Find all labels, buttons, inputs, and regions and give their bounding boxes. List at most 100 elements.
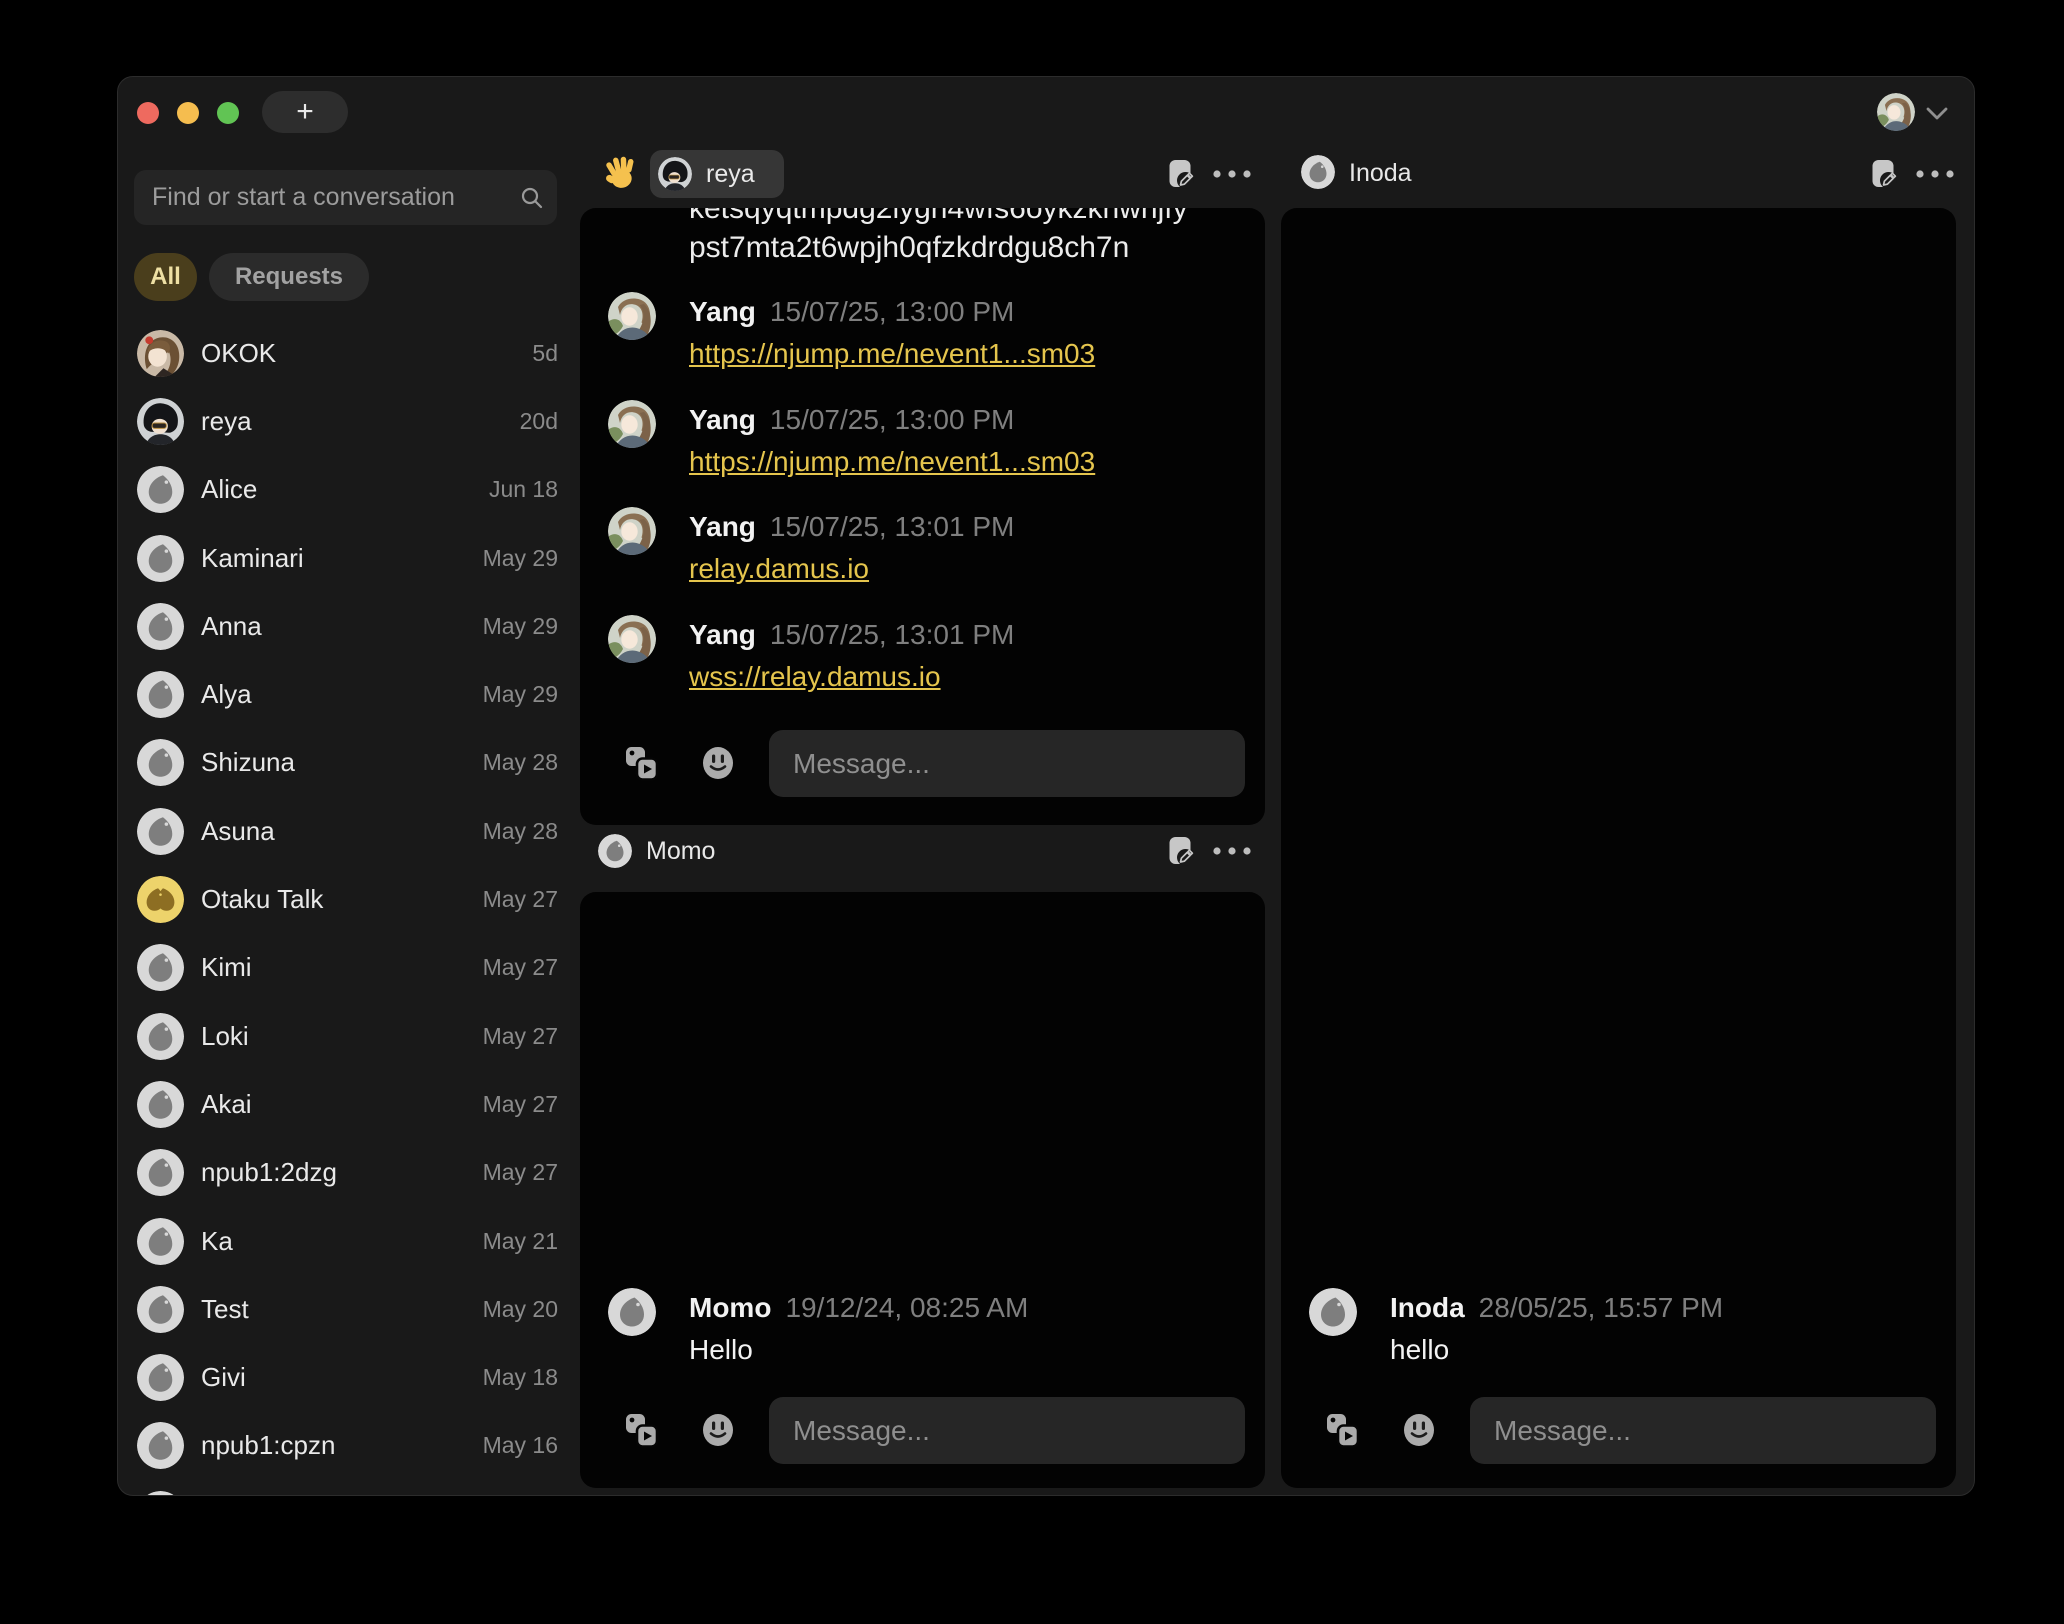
conversation-row-loki[interactable]: Loki May 27 (134, 1002, 558, 1070)
chevron-down-icon[interactable] (1926, 107, 1948, 120)
message-link[interactable]: https://njump.me/nevent1...sm03 (689, 446, 1095, 477)
emoji-icon[interactable] (701, 1413, 735, 1447)
filter-requests-label: Requests (235, 263, 343, 291)
conversation-row-alya[interactable]: Alya May 29 (134, 660, 558, 728)
conversation-name: npub1:cpzn (201, 1430, 335, 1461)
message-input[interactable] (769, 1397, 1245, 1464)
wave-hand-icon (602, 153, 640, 191)
conversation-row-npub1-2dzg[interactable]: npub1:2dzg May 27 (134, 1139, 558, 1207)
conversation-row-asuna[interactable]: Asuna May 28 (134, 797, 558, 865)
maximize-button[interactable] (217, 102, 239, 124)
default-avatar-icon (137, 808, 184, 855)
conversation-row-akai[interactable]: Akai May 27 (134, 1070, 558, 1138)
conversation-date: May 29 (483, 545, 558, 572)
chat-title: Inoda (1349, 159, 1412, 188)
conversation-row-shizuna[interactable]: Shizuna May 28 (134, 729, 558, 797)
inoda-avatar[interactable] (1301, 155, 1335, 189)
avatar (137, 398, 184, 445)
conversation-row-ka[interactable]: Ka May 21 (134, 1207, 558, 1275)
filter-all-tab[interactable]: All (134, 253, 197, 301)
default-avatar-icon (137, 1491, 184, 1496)
media-attach-icon[interactable] (1326, 1413, 1360, 1449)
note-edit-button[interactable] (1168, 158, 1194, 190)
message-sender: Yang (689, 511, 756, 542)
conversation-row-kimi[interactable]: Kimi May 27 (134, 934, 558, 1002)
conversation-row-partial[interactable] (134, 1480, 558, 1496)
conversation-row-givi[interactable]: Givi May 18 (134, 1343, 558, 1411)
default-avatar-icon (137, 603, 184, 650)
emoji-icon[interactable] (701, 746, 735, 780)
conversation-row-reya[interactable]: reya 20d (134, 387, 558, 455)
search-input[interactable] (134, 170, 557, 225)
conversation-date: May 27 (483, 886, 558, 913)
message-timestamp: 19/12/24, 08:25 AM (785, 1292, 1028, 1323)
media-attach-icon[interactable] (625, 746, 659, 782)
new-chat-button[interactable]: + (262, 91, 348, 133)
conversation-row-kaminari[interactable]: Kaminari May 29 (134, 524, 558, 592)
emoji-icon[interactable] (1402, 1413, 1436, 1447)
message-group: Yang15/07/25, 13:01 PM wss://relay.damus… (580, 615, 1265, 711)
more-options-icon[interactable] (1915, 169, 1955, 179)
avatar (137, 330, 184, 377)
conversation-date: May 21 (483, 1228, 558, 1255)
message-input[interactable] (1470, 1397, 1936, 1464)
note-edit-button[interactable] (1871, 158, 1897, 190)
conversation-row-npub1-cpzn[interactable]: npub1:cpzn May 16 (134, 1412, 558, 1480)
conversation-row-test[interactable]: Test May 20 (134, 1275, 558, 1343)
message-sender: Momo (689, 1292, 771, 1323)
more-options-icon[interactable] (1212, 846, 1252, 856)
message-link[interactable]: relay.damus.io (689, 553, 869, 584)
conversation-date: 5d (532, 340, 558, 367)
momo-avatar[interactable] (598, 834, 632, 868)
conversation-list: OKOK 5d reya 20d Alice Jun 18 Kaminari M… (134, 319, 558, 1496)
conversation-row-anna[interactable]: Anna May 29 (134, 592, 558, 660)
message-link[interactable]: https://njump.me/nevent1...sm03 (689, 338, 1095, 369)
conversation-row-okok[interactable]: OKOK 5d (134, 319, 558, 387)
default-avatar-icon (137, 1218, 184, 1265)
default-avatar-icon (137, 1422, 184, 1469)
message-text: hello (1390, 1334, 1449, 1365)
message-timestamp: 28/05/25, 15:57 PM (1479, 1292, 1723, 1323)
conversation-name: Anna (201, 611, 262, 642)
group-avatar-icon (137, 876, 184, 923)
clipped-message-line: ketsqyqtmpdg2lygn4wfs6oykzknwnjfy (689, 208, 1188, 227)
message-sender: Yang (689, 404, 756, 435)
momo-message-panel: Momo19/12/24, 08:25 AM Hello (580, 892, 1265, 1488)
message-text: pst7mta2t6wpjh0qfzkdrdgu8ch7n (689, 230, 1129, 266)
filter-requests-tab[interactable]: Requests (209, 253, 369, 301)
conversation-name: Givi (201, 1362, 246, 1393)
message-timestamp: 15/07/25, 13:01 PM (770, 511, 1014, 542)
filter-all-label: All (150, 263, 181, 291)
media-attach-icon[interactable] (625, 1413, 659, 1449)
message-group: Yang 15/07/25, 13:01 PM relay.damus.io (580, 507, 1265, 603)
conversation-row-alice[interactable]: Alice Jun 18 (134, 456, 558, 524)
default-avatar-icon (137, 1149, 184, 1196)
message-link[interactable]: wss://relay.damus.io (689, 661, 941, 692)
conversation-name: Asuna (201, 816, 275, 847)
more-options-icon[interactable] (1212, 169, 1252, 179)
chat-title: reya (706, 160, 755, 189)
reya-chat-tab[interactable]: reya (650, 150, 784, 198)
message-timestamp: 15/07/25, 13:00 PM (770, 404, 1014, 435)
note-edit-button[interactable] (1168, 835, 1194, 867)
conversation-date: May 28 (483, 818, 558, 845)
message-sender: Yang (689, 619, 756, 650)
minimize-button[interactable] (177, 102, 199, 124)
conversation-date: May 27 (483, 1159, 558, 1186)
close-button[interactable] (137, 102, 159, 124)
chat-title: Momo (646, 837, 715, 866)
user-avatar[interactable] (1877, 93, 1915, 131)
default-avatar-icon (137, 739, 184, 786)
message-sender: Yang (689, 296, 756, 327)
conversation-date: May 27 (483, 1023, 558, 1050)
conversation-row-otaku-talk[interactable]: Otaku Talk May 27 (134, 865, 558, 933)
reya-message-panel: ketsqyqtmpdg2lygn4wfs6oykzknwnjfy pst7mt… (580, 208, 1265, 825)
conversation-name: Ka (201, 1226, 233, 1257)
conversation-date: May 18 (483, 1364, 558, 1391)
default-avatar-icon (137, 1354, 184, 1401)
conversation-date: 20d (520, 408, 558, 435)
message-input[interactable] (769, 730, 1245, 797)
conversation-date: May 29 (483, 613, 558, 640)
message-group: Momo19/12/24, 08:25 AM Hello (580, 1288, 1265, 1384)
yang-avatar (608, 615, 656, 663)
